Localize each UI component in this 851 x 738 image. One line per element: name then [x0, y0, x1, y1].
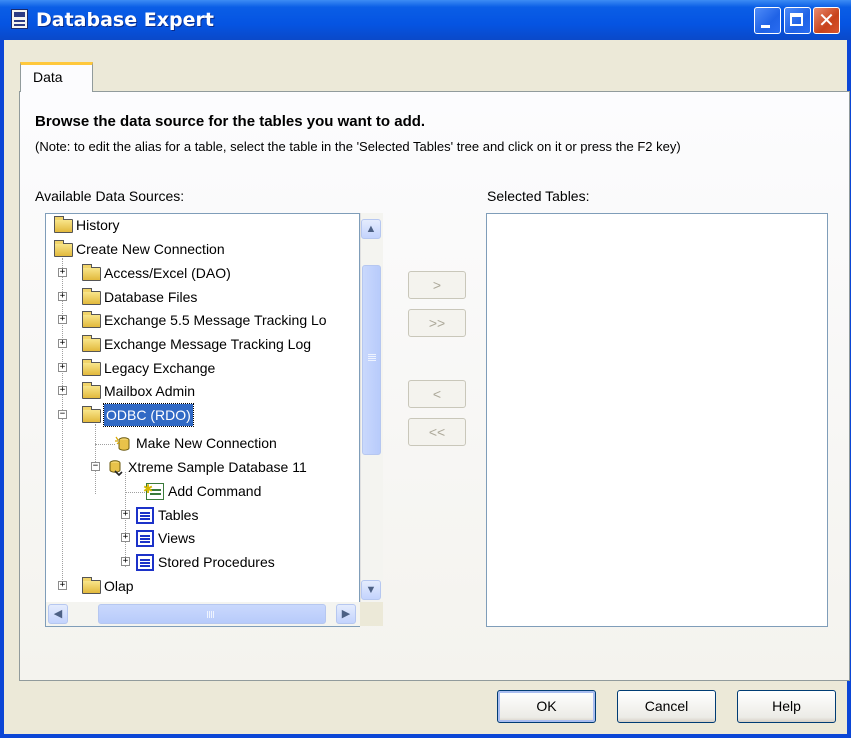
- chevron-right-icon: ▶: [341, 608, 351, 620]
- grip-icon: [368, 354, 376, 355]
- add-all-tables-button[interactable]: >>: [408, 309, 466, 337]
- tree-item-label: Olap: [104, 578, 134, 594]
- horizontal-scroll-thumb[interactable]: [98, 604, 326, 624]
- expand-icon[interactable]: +: [121, 510, 130, 519]
- expand-icon[interactable]: +: [121, 557, 130, 566]
- tree-guide-line: [125, 472, 126, 567]
- tree-item-label: Stored Procedures: [158, 554, 275, 570]
- tree-item-label: Database Files: [104, 289, 198, 305]
- scroll-left-button[interactable]: ◀: [48, 604, 68, 624]
- chevron-down-icon: ▼: [365, 584, 377, 596]
- add-table-button[interactable]: >: [408, 271, 466, 299]
- collapse-icon[interactable]: −: [91, 462, 100, 471]
- collapse-icon[interactable]: −: [58, 410, 67, 419]
- scroll-right-button[interactable]: ▶: [336, 604, 356, 624]
- folder-icon: [54, 240, 73, 257]
- remove-table-button[interactable]: <: [408, 380, 466, 408]
- maximize-button[interactable]: [784, 7, 811, 34]
- tree-item-label: Create New Connection: [76, 241, 225, 257]
- available-data-sources-label: Available Data Sources:: [35, 188, 185, 204]
- tree-item-label: Add Command: [168, 483, 262, 499]
- tree-item-label: Make New Connection: [136, 435, 277, 451]
- folder-icon: [82, 288, 101, 305]
- tree-item-label: Access/Excel (DAO): [104, 265, 231, 281]
- tree-guide-line: [125, 492, 145, 493]
- tree-item-label: ODBC (RDO): [103, 403, 194, 427]
- scroll-up-button[interactable]: ▲: [361, 219, 381, 239]
- add-command-icon: [143, 478, 164, 500]
- expand-icon[interactable]: +: [58, 292, 67, 301]
- table-icon: [136, 530, 154, 547]
- expand-icon[interactable]: +: [58, 315, 67, 324]
- grip-icon: [207, 611, 208, 618]
- tree-guide-line: [62, 258, 63, 586]
- close-icon: ✕: [818, 8, 835, 32]
- expand-icon[interactable]: +: [58, 386, 67, 395]
- chevron-left-icon: ◀: [53, 608, 63, 620]
- tree-guide-line: [95, 444, 115, 445]
- folder-icon: [82, 335, 101, 352]
- expand-icon[interactable]: +: [121, 533, 130, 542]
- new-connection-icon: [115, 436, 130, 451]
- tree-item-label: Exchange 5.5 Message Tracking Lo: [104, 312, 327, 328]
- tree-viewport: History Create New Connection + Access/E…: [46, 214, 360, 602]
- instructions-heading: Browse the data source for the tables yo…: [35, 113, 426, 130]
- help-button[interactable]: Help: [737, 690, 836, 723]
- minimize-button[interactable]: [754, 7, 781, 34]
- tree-item-label: Views: [158, 530, 196, 546]
- table-icon: [136, 507, 154, 524]
- close-button[interactable]: ✕: [813, 7, 840, 34]
- tab-data[interactable]: Data: [20, 62, 93, 92]
- selected-tables-label: Selected Tables:: [487, 188, 590, 204]
- expand-icon[interactable]: +: [58, 339, 67, 348]
- remove-all-tables-button[interactable]: <<: [408, 418, 466, 446]
- tree-item-label: Mailbox Admin: [104, 383, 196, 399]
- folder-icon: [54, 216, 73, 233]
- expand-icon[interactable]: +: [58, 363, 67, 372]
- table-icon: [136, 554, 154, 571]
- tree-item-label: Exchange Message Tracking Log: [104, 336, 312, 352]
- cancel-button[interactable]: Cancel: [617, 690, 716, 723]
- folder-icon: [82, 311, 101, 328]
- tree-item-label: History: [76, 217, 120, 233]
- tree-item-label: Tables: [158, 507, 199, 523]
- database-connection-icon: [109, 460, 123, 476]
- folder-icon: [82, 359, 101, 376]
- tree-guide-line: [95, 424, 96, 494]
- vertical-scroll-thumb[interactable]: [362, 265, 381, 455]
- title-bar[interactable]: Database Expert ✕: [0, 0, 851, 40]
- instructions-note: (Note: to edit the alias for a table, se…: [35, 139, 681, 154]
- folder-icon: [82, 382, 101, 399]
- app-icon: [11, 9, 28, 29]
- folder-icon: [82, 264, 101, 281]
- folder-icon: [82, 406, 101, 423]
- expand-icon[interactable]: +: [58, 581, 67, 590]
- window-title: Database Expert: [36, 9, 214, 31]
- tree-item-label: Xtreme Sample Database 11: [128, 459, 307, 475]
- expand-icon[interactable]: +: [58, 268, 67, 277]
- ok-button[interactable]: OK: [497, 690, 596, 723]
- chevron-up-icon: ▲: [365, 223, 377, 235]
- scroll-down-button[interactable]: ▼: [361, 580, 381, 600]
- selected-tables-tree[interactable]: [486, 213, 828, 627]
- folder-icon: [82, 577, 101, 594]
- scrollbar-corner: [360, 602, 383, 626]
- tree-item-label: Legacy Exchange: [104, 360, 216, 376]
